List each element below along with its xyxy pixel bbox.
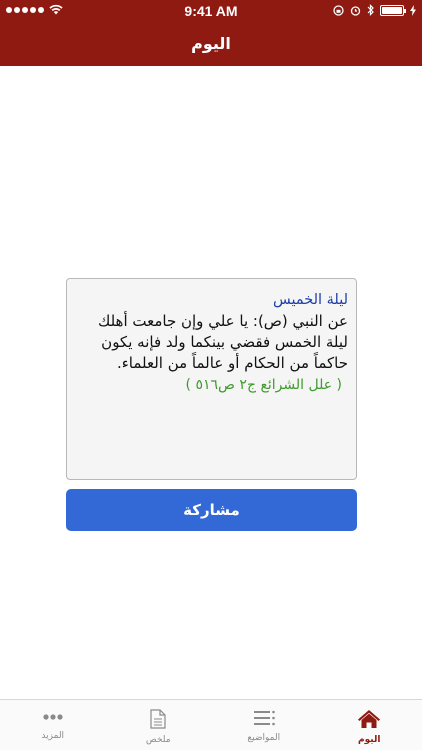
tab-label: المزيد xyxy=(41,731,65,741)
card-title: ليلة الخميس xyxy=(272,292,348,308)
bluetooth-icon xyxy=(367,4,374,16)
battery-icon xyxy=(380,4,406,16)
app-header: 9:41 AM اليوم xyxy=(0,0,422,66)
page-title: اليوم xyxy=(191,34,231,53)
tab-label: المواضيع xyxy=(247,733,281,743)
tab-summary[interactable]: ملخص xyxy=(106,700,212,750)
alarm-icon xyxy=(350,5,361,16)
document-icon xyxy=(150,709,166,729)
card-source: ( علل الشرائع ج٢ ص٥١٦ ) xyxy=(185,377,342,393)
tab-today[interactable]: اليوم xyxy=(317,700,422,750)
tab-more[interactable]: المزيد xyxy=(0,700,106,750)
tab-topics[interactable]: المواضيع xyxy=(211,700,317,750)
home-icon xyxy=(358,710,381,728)
more-icon xyxy=(43,714,63,720)
status-icons xyxy=(333,4,416,16)
hadith-card: ليلة الخميس عن النبي (ص): يا علي وإن جام… xyxy=(66,278,357,480)
tab-label: اليوم xyxy=(358,735,381,745)
card-body: عن النبي (ص): يا علي وإن جامعت أهلك ليلة… xyxy=(97,312,348,372)
charging-icon xyxy=(410,4,416,16)
list-icon xyxy=(253,710,275,726)
rotation-lock-icon xyxy=(333,4,344,16)
status-bar: 9:41 AM xyxy=(0,0,422,22)
share-button[interactable]: مشاركة xyxy=(66,489,357,531)
tab-bar: المزيد ملخص المواضيع اليوم xyxy=(0,699,422,750)
tab-label: ملخص xyxy=(145,735,171,745)
